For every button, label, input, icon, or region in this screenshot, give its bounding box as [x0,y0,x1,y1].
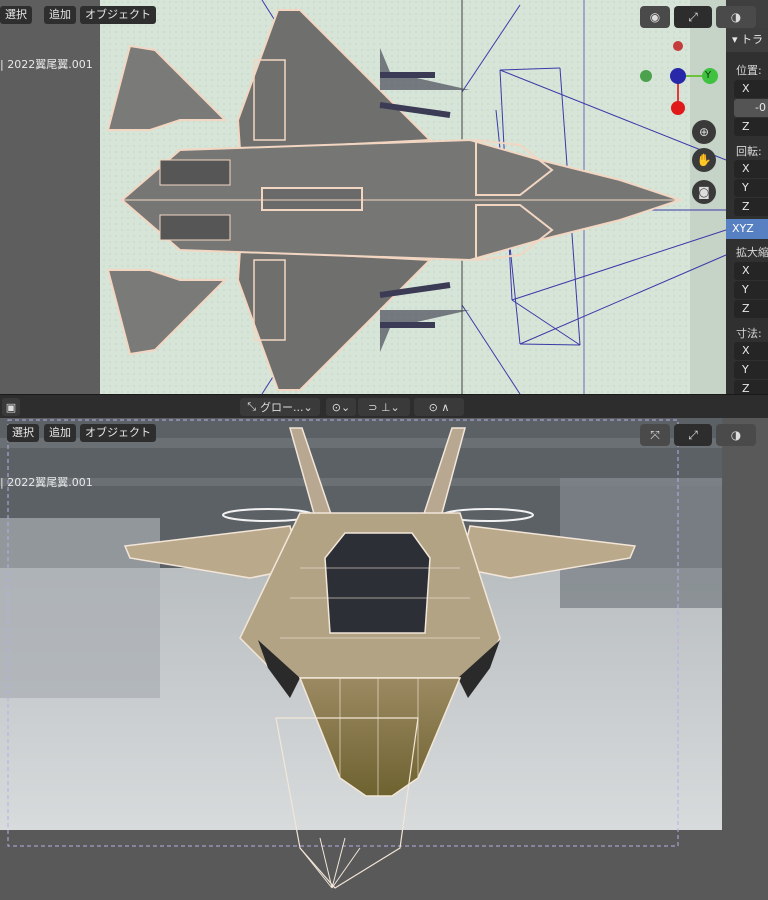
dimensions-z-field[interactable]: Z [734,380,768,394]
y-axis-label: Y [705,70,712,81]
move-tool-icon[interactable]: ⤧ [640,424,670,446]
location-y-field[interactable]: -0 [734,99,768,117]
active-object-name: | 2022翼尾翼.001 [0,58,93,71]
active-object-name-bottom: | 2022翼尾翼.001 [0,476,93,489]
dimensions-label: 寸法: [736,327,762,340]
proportional-edit-icon[interactable]: ⊙ ∧ [414,398,464,416]
location-z-field[interactable]: Z [734,118,768,136]
scale-x-field[interactable]: X [734,262,768,280]
rotation-x-field[interactable]: X [734,160,768,178]
camera-viewport-header: 選択 追加 オブジェクト ⤧ ⤢ ◑ [0,418,768,446]
dimensions-x-field[interactable]: X [734,342,768,360]
dimensions-y-field[interactable]: Y [734,361,768,379]
gizmo-icon[interactable]: ⤢ [674,6,712,28]
viewport-toolbar: ▣ ⤡ グロー... ⌄ ⊙⌄ ⊃ ⊥⌄ ⊙ ∧ [0,394,768,418]
properties-panel: ▾ トラ 位置: X -0 Z 回転: X Y Z XYZ 拡大縮 X Y Z … [726,28,768,394]
zoom-icon[interactable]: ⊕ [692,120,716,144]
add-menu-bottom[interactable]: 追加 [44,424,76,442]
overlay-icon[interactable]: ◑ [716,6,756,28]
editor-type-icon[interactable]: ▣ [2,398,20,416]
scale-label: 拡大縮 [736,246,768,259]
add-menu[interactable]: 追加 [44,6,76,24]
top-viewport-header: 選択 追加 オブジェクト ◉ ⤢ ◑ [0,0,768,28]
object-menu[interactable]: オブジェクト [80,6,156,24]
select-menu-bottom[interactable]: 選択 [7,424,39,442]
overlay-icon-bottom[interactable]: ◑ [716,424,756,446]
hand-icon[interactable]: ✋ [692,148,716,172]
scale-y-field[interactable]: Y [734,281,768,299]
eye-icon[interactable]: ◉ [640,6,670,28]
rotation-z-field[interactable]: Z [734,198,768,216]
z-axis-icon[interactable] [673,41,683,51]
scale-z-field[interactable]: Z [734,300,768,318]
pivot-icon[interactable]: ⊙⌄ [326,398,356,416]
location-label: 位置: [736,64,762,77]
camera-view-scene [0,418,722,889]
location-x-field[interactable]: X [734,80,768,98]
camera-viewport[interactable]: 選択 追加 オブジェクト ⤧ ⤢ ◑ | 2022翼尾翼.001 [0,418,768,900]
transform-panel-header[interactable]: ▾ トラ [726,28,768,52]
object-menu-bottom[interactable]: オブジェクト [80,424,156,442]
x-axis-icon[interactable] [671,101,685,115]
z-axis-center-icon[interactable] [670,68,686,84]
top-viewport[interactable]: 選択 追加 オブジェクト ◉ ⤢ ◑ | 2022翼尾翼.001 Y ⊕ ✋ ◙… [0,0,768,394]
transform-orientation-select[interactable]: ⤡ グロー... ⌄ [240,398,320,416]
camera-icon[interactable]: ◙ [692,180,716,204]
rotation-y-field[interactable]: Y [734,179,768,197]
rotation-mode-select[interactable]: XYZ [726,219,768,239]
magnet-icon[interactable]: ⊃ ⊥⌄ [358,398,410,416]
navigation-gizmo[interactable] [630,36,726,116]
select-menu[interactable]: 選択 [0,6,32,24]
rotation-label: 回転: [736,145,762,158]
gizmo-icon-bottom[interactable]: ⤢ [674,424,712,446]
neg-y-axis-icon[interactable] [640,70,652,82]
